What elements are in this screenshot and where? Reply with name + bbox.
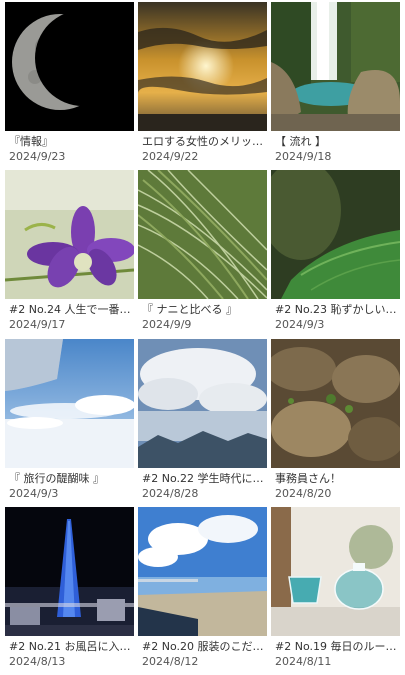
- post-title[interactable]: 『 旅行の醍醐味 』: [9, 471, 133, 486]
- post-card[interactable]: 『情報』 2024/9/23: [5, 2, 134, 167]
- post-date: 2024/9/3: [9, 487, 59, 500]
- post-date: 2024/8/12: [142, 655, 199, 668]
- rocks-photo-icon[interactable]: [271, 339, 400, 468]
- night-tower-photo-icon[interactable]: [5, 507, 134, 636]
- post-title[interactable]: 事務員さん！: [275, 471, 399, 486]
- grass-photo-icon[interactable]: [138, 170, 267, 299]
- post-card[interactable]: 『 旅行の醍醐味 』 2024/9/3: [5, 339, 134, 504]
- post-card[interactable]: エロする女性のメリット… 2024/9/22: [138, 2, 267, 167]
- post-title[interactable]: 『情報』: [9, 134, 133, 149]
- post-date: 2024/9/18: [275, 150, 332, 163]
- post-date: 2024/9/3: [275, 318, 325, 331]
- sky-wing-photo-icon[interactable]: [5, 339, 134, 468]
- post-card[interactable]: #2 No.20 服装のこだわり 2024/8/12: [138, 507, 267, 672]
- post-card[interactable]: #2 No.23 恥ずかしい… 2024/9/3: [271, 170, 400, 335]
- clouds-mountains-photo-icon[interactable]: [138, 339, 267, 468]
- post-card[interactable]: 【 流れ 】 2024/9/18: [271, 2, 400, 167]
- post-date: 2024/8/28: [142, 487, 199, 500]
- waterfall-photo-icon[interactable]: [271, 2, 400, 131]
- moon-photo-icon[interactable]: [5, 2, 134, 131]
- post-date: 2024/9/23: [9, 150, 66, 163]
- post-title[interactable]: 【 流れ 】: [275, 134, 399, 149]
- post-date: 2024/8/13: [9, 655, 66, 668]
- post-card[interactable]: #2 No.21 お風呂に入… 2024/8/13: [5, 507, 134, 672]
- sea-bridge-photo-icon[interactable]: [138, 507, 267, 636]
- post-card[interactable]: #2 No.24 人生で一番… 2024/9/17: [5, 170, 134, 335]
- lotus-leaf-photo-icon[interactable]: [271, 170, 400, 299]
- post-card[interactable]: #2 No.19 毎日のルー… 2024/8/11: [271, 507, 400, 672]
- tea-photo-icon[interactable]: [271, 507, 400, 636]
- post-title[interactable]: #2 No.22 学生時代に…: [142, 471, 266, 486]
- post-date: 2024/8/20: [275, 487, 332, 500]
- post-date: 2024/9/9: [142, 318, 192, 331]
- post-card[interactable]: #2 No.22 学生時代に… 2024/8/28: [138, 339, 267, 504]
- post-date: 2024/9/17: [9, 318, 66, 331]
- post-title[interactable]: #2 No.23 恥ずかしい…: [275, 302, 399, 317]
- post-date: 2024/9/22: [142, 150, 199, 163]
- post-title[interactable]: 『 ナニと比べる 』: [142, 302, 266, 317]
- sunset-photo-icon[interactable]: [138, 2, 267, 131]
- post-title[interactable]: #2 No.19 毎日のルー…: [275, 639, 399, 654]
- purple-flower-photo-icon[interactable]: [5, 170, 134, 299]
- post-card[interactable]: 『 ナニと比べる 』 2024/9/9: [138, 170, 267, 335]
- post-title[interactable]: #2 No.21 お風呂に入…: [9, 639, 133, 654]
- post-date: 2024/8/11: [275, 655, 332, 668]
- post-card[interactable]: 事務員さん！ 2024/8/20: [271, 339, 400, 504]
- post-title[interactable]: #2 No.20 服装のこだわり: [142, 639, 266, 654]
- post-title[interactable]: #2 No.24 人生で一番…: [9, 302, 133, 317]
- post-title[interactable]: エロする女性のメリット…: [142, 134, 266, 149]
